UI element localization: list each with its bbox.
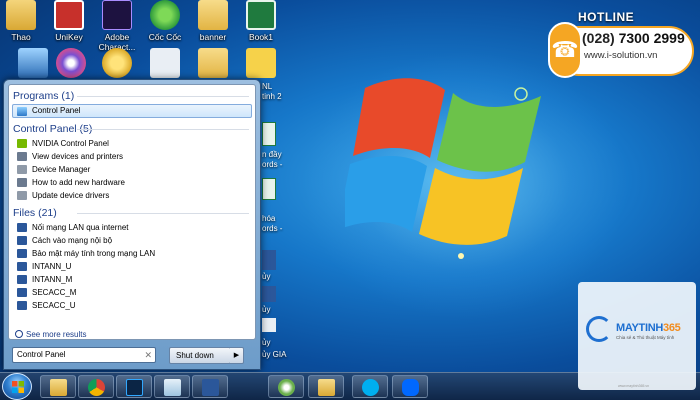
excel-file-icon bbox=[262, 178, 276, 200]
result-nvidia-control-panel[interactable]: NVIDIA Control Panel bbox=[9, 137, 255, 150]
search-icon bbox=[15, 330, 23, 338]
clear-search-icon[interactable]: ✕ bbox=[144, 348, 152, 362]
hotline-website: www.i-solution.vn bbox=[584, 50, 658, 61]
control-panel-icon bbox=[17, 107, 27, 116]
nvidia-icon bbox=[17, 139, 27, 148]
coccoc-browser-icon bbox=[150, 0, 180, 30]
taskbar-word-button[interactable] bbox=[192, 375, 228, 398]
result-file[interactable]: Nối mạng LAN qua internet bbox=[9, 221, 255, 234]
word-icon bbox=[202, 379, 219, 396]
result-file[interactable]: Bảo mật máy tính trong mạng LAN bbox=[9, 247, 255, 260]
taskbar-skype-button[interactable] bbox=[352, 375, 388, 398]
chrome-icon bbox=[88, 379, 105, 396]
result-file[interactable]: SECACC_M bbox=[9, 286, 255, 299]
hotline-title: HOTLINE bbox=[578, 10, 635, 24]
desktop-partial-label: ủy bbox=[262, 338, 271, 347]
result-control-panel[interactable]: Control Panel bbox=[12, 104, 252, 118]
folder-icon bbox=[318, 379, 335, 396]
file-explorer-icon bbox=[50, 379, 67, 396]
taskbar-chrome-button[interactable] bbox=[78, 375, 114, 398]
taskbar-camtasia-button[interactable] bbox=[268, 375, 304, 398]
files-header[interactable]: Files (21) bbox=[9, 202, 255, 221]
word-file-icon bbox=[262, 286, 276, 302]
word-doc-icon bbox=[17, 301, 27, 310]
folder-icon bbox=[198, 0, 228, 30]
desktop-partial-label: ords - bbox=[262, 160, 283, 169]
unikey-icon bbox=[54, 0, 84, 30]
taskbar-explorer-button[interactable] bbox=[40, 375, 76, 398]
document-icon bbox=[246, 48, 276, 78]
programs-header[interactable]: Programs (1) bbox=[9, 85, 255, 104]
result-file[interactable]: Cách vào mạng nội bộ bbox=[9, 234, 255, 247]
file-icon bbox=[150, 48, 180, 78]
brand-name: MAYTINH365 bbox=[616, 322, 681, 334]
desktop-partial-label: tinh 2 bbox=[262, 92, 282, 101]
search-results-panel: Programs (1) Control Panel Control Panel… bbox=[8, 84, 256, 340]
taskbar-zalo-button[interactable] bbox=[392, 375, 428, 398]
word-file-icon bbox=[262, 250, 276, 270]
taskbar-folder-button[interactable] bbox=[308, 375, 344, 398]
result-view-devices-printers[interactable]: View devices and printers bbox=[9, 150, 255, 163]
result-update-drivers[interactable]: Update device drivers bbox=[9, 189, 255, 202]
zalo-icon bbox=[402, 379, 419, 396]
shutdown-options-arrow-icon[interactable]: ▶ bbox=[230, 347, 244, 364]
desktop-partial-label: ủy GIA bbox=[262, 350, 287, 359]
windows-flag-icon bbox=[12, 381, 24, 393]
control-panel-header[interactable]: Control Panel (5) bbox=[9, 118, 255, 137]
result-file[interactable]: INTANN_M bbox=[9, 273, 255, 286]
result-add-hardware[interactable]: How to add new hardware bbox=[9, 176, 255, 189]
user-folder-icon bbox=[6, 0, 36, 30]
folder-icon bbox=[198, 48, 228, 78]
result-file[interactable]: INTANN_U bbox=[9, 260, 255, 273]
desktop-icon-file-nl[interactable] bbox=[232, 48, 290, 80]
hardware-icon bbox=[17, 178, 27, 187]
taskbar-photoshop-button[interactable] bbox=[116, 375, 152, 398]
start-menu: Programs (1) Control Panel Control Panel… bbox=[3, 79, 261, 370]
result-device-manager[interactable]: Device Manager bbox=[9, 163, 255, 176]
printer-icon bbox=[17, 152, 27, 161]
taskbar-notepad-button[interactable] bbox=[154, 375, 190, 398]
document-icon bbox=[262, 318, 276, 332]
desktop-partial-label: hóa bbox=[262, 214, 276, 223]
result-file[interactable]: SECACC_U bbox=[9, 299, 255, 312]
brand-footer: www.maytinh365.vn bbox=[618, 384, 650, 388]
brand-slogan: Chia sẻ & Thủ thuật Máy tính bbox=[616, 335, 675, 340]
camtasia-icon bbox=[278, 379, 295, 396]
desktop-partial-label: ords - bbox=[262, 224, 283, 233]
phone-icon: ☎ bbox=[548, 22, 582, 78]
desktop-partial-label: ủy bbox=[262, 305, 271, 314]
word-doc-icon bbox=[17, 236, 27, 245]
excel-file-icon bbox=[246, 0, 276, 30]
start-button[interactable] bbox=[2, 373, 32, 400]
driver-icon bbox=[17, 191, 27, 200]
skype-icon bbox=[362, 379, 379, 396]
desktop-partial-label: n đầy bbox=[262, 150, 282, 159]
word-doc-icon bbox=[17, 223, 27, 232]
photoshop-icon bbox=[126, 379, 143, 396]
desktop-partial-label: NL bbox=[262, 82, 273, 91]
desktop-icon-book1[interactable]: Book1 bbox=[232, 0, 290, 42]
hotline-number: (028) 7300 2999 bbox=[582, 30, 685, 46]
notepad-icon bbox=[164, 379, 181, 396]
device-manager-icon bbox=[17, 165, 27, 174]
media-player-icon bbox=[102, 48, 132, 78]
maytinh365-logo-icon bbox=[586, 316, 612, 342]
shutdown-button[interactable]: Shut down bbox=[169, 347, 231, 364]
desktop-partial-label: ủy bbox=[262, 272, 271, 281]
word-doc-icon bbox=[17, 262, 27, 271]
maytinh365-watermark-panel: MAYTINH365 Chia sẻ & Thủ thuật Máy tính … bbox=[578, 282, 696, 390]
start-search-input[interactable]: Control Panel ✕ bbox=[12, 347, 156, 363]
adobe-character-animator-icon bbox=[102, 0, 132, 30]
hotline-banner: HOTLINE ☎ (028) 7300 2999 www.i-solution… bbox=[548, 10, 696, 80]
excel-file-icon bbox=[262, 122, 276, 146]
see-more-results-link[interactable]: See more results bbox=[15, 330, 86, 339]
word-doc-icon bbox=[17, 275, 27, 284]
word-doc-icon bbox=[17, 249, 27, 258]
dvd-icon bbox=[56, 48, 86, 78]
word-doc-icon bbox=[17, 288, 27, 297]
windows-logo-wallpaper bbox=[345, 78, 541, 259]
